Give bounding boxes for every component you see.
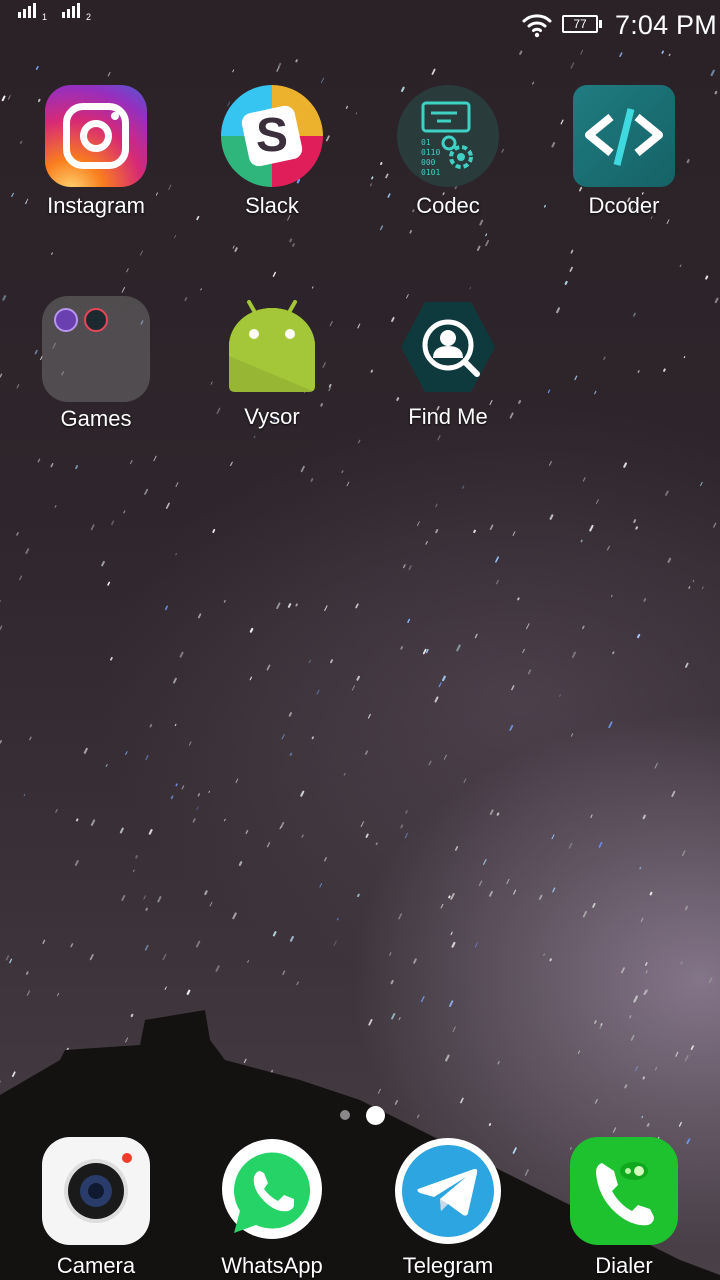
phone-icon bbox=[570, 1137, 678, 1245]
app-slack[interactable]: S Slack bbox=[197, 85, 347, 219]
dock-camera[interactable]: Camera bbox=[21, 1137, 171, 1279]
battery-icon: 77 bbox=[562, 15, 598, 33]
app-codec[interactable]: 01 0110 000 0101 Codec bbox=[373, 85, 523, 219]
app-label: Dcoder bbox=[588, 193, 660, 218]
game-icon bbox=[84, 308, 108, 332]
app-label: Codec bbox=[416, 193, 480, 218]
dock-dialer[interactable]: Dialer bbox=[549, 1137, 699, 1279]
dock-telegram[interactable]: Telegram bbox=[373, 1137, 523, 1279]
find-me-icon bbox=[397, 296, 499, 398]
app-label: WhatsApp bbox=[221, 1253, 323, 1278]
page-indicator bbox=[0, 1104, 720, 1125]
status-bar: 1 2 77 7:04 PM bbox=[0, 0, 720, 52]
app-label: Instagram bbox=[47, 193, 145, 218]
app-label: Games bbox=[60, 406, 132, 431]
app-label: Vysor bbox=[244, 404, 300, 429]
app-find-me[interactable]: Find Me bbox=[373, 296, 523, 430]
android-icon bbox=[221, 296, 323, 398]
dock-whatsapp[interactable]: WhatsApp bbox=[197, 1137, 347, 1279]
telegram-icon bbox=[394, 1137, 502, 1245]
app-instagram[interactable]: Instagram bbox=[21, 85, 171, 219]
camera-icon bbox=[42, 1137, 150, 1245]
sim1-label: 1 bbox=[42, 12, 48, 22]
instagram-icon bbox=[45, 85, 147, 187]
battery-level: 77 bbox=[573, 17, 587, 31]
folder-icon bbox=[42, 296, 150, 402]
app-label: Camera bbox=[56, 1253, 136, 1278]
svg-text:0101: 0101 bbox=[421, 168, 440, 177]
app-vysor[interactable]: Vysor bbox=[197, 296, 347, 430]
app-label: Telegram bbox=[402, 1253, 494, 1278]
battery-tip bbox=[599, 20, 602, 28]
slack-icon: S bbox=[221, 85, 323, 187]
app-folder-games[interactable]: Games bbox=[21, 296, 171, 432]
app-label: Find Me bbox=[408, 404, 488, 429]
app-label: Dialer bbox=[595, 1253, 653, 1278]
page-dot-active[interactable] bbox=[366, 1106, 385, 1125]
wifi-icon bbox=[522, 14, 552, 38]
dcoder-icon bbox=[573, 85, 675, 187]
page-dot[interactable] bbox=[340, 1110, 350, 1120]
whatsapp-icon bbox=[218, 1137, 326, 1245]
svg-text:000: 000 bbox=[421, 158, 436, 167]
svg-text:01: 01 bbox=[421, 138, 431, 147]
codec-icon: 01 0110 000 0101 bbox=[397, 85, 499, 187]
svg-text:0110: 0110 bbox=[421, 148, 440, 157]
app-label: Slack bbox=[245, 193, 299, 218]
sim2-label: 2 bbox=[86, 12, 92, 22]
app-dcoder[interactable]: Dcoder bbox=[549, 85, 699, 219]
clock: 7:04 PM bbox=[615, 10, 717, 40]
game-icon bbox=[54, 308, 78, 332]
